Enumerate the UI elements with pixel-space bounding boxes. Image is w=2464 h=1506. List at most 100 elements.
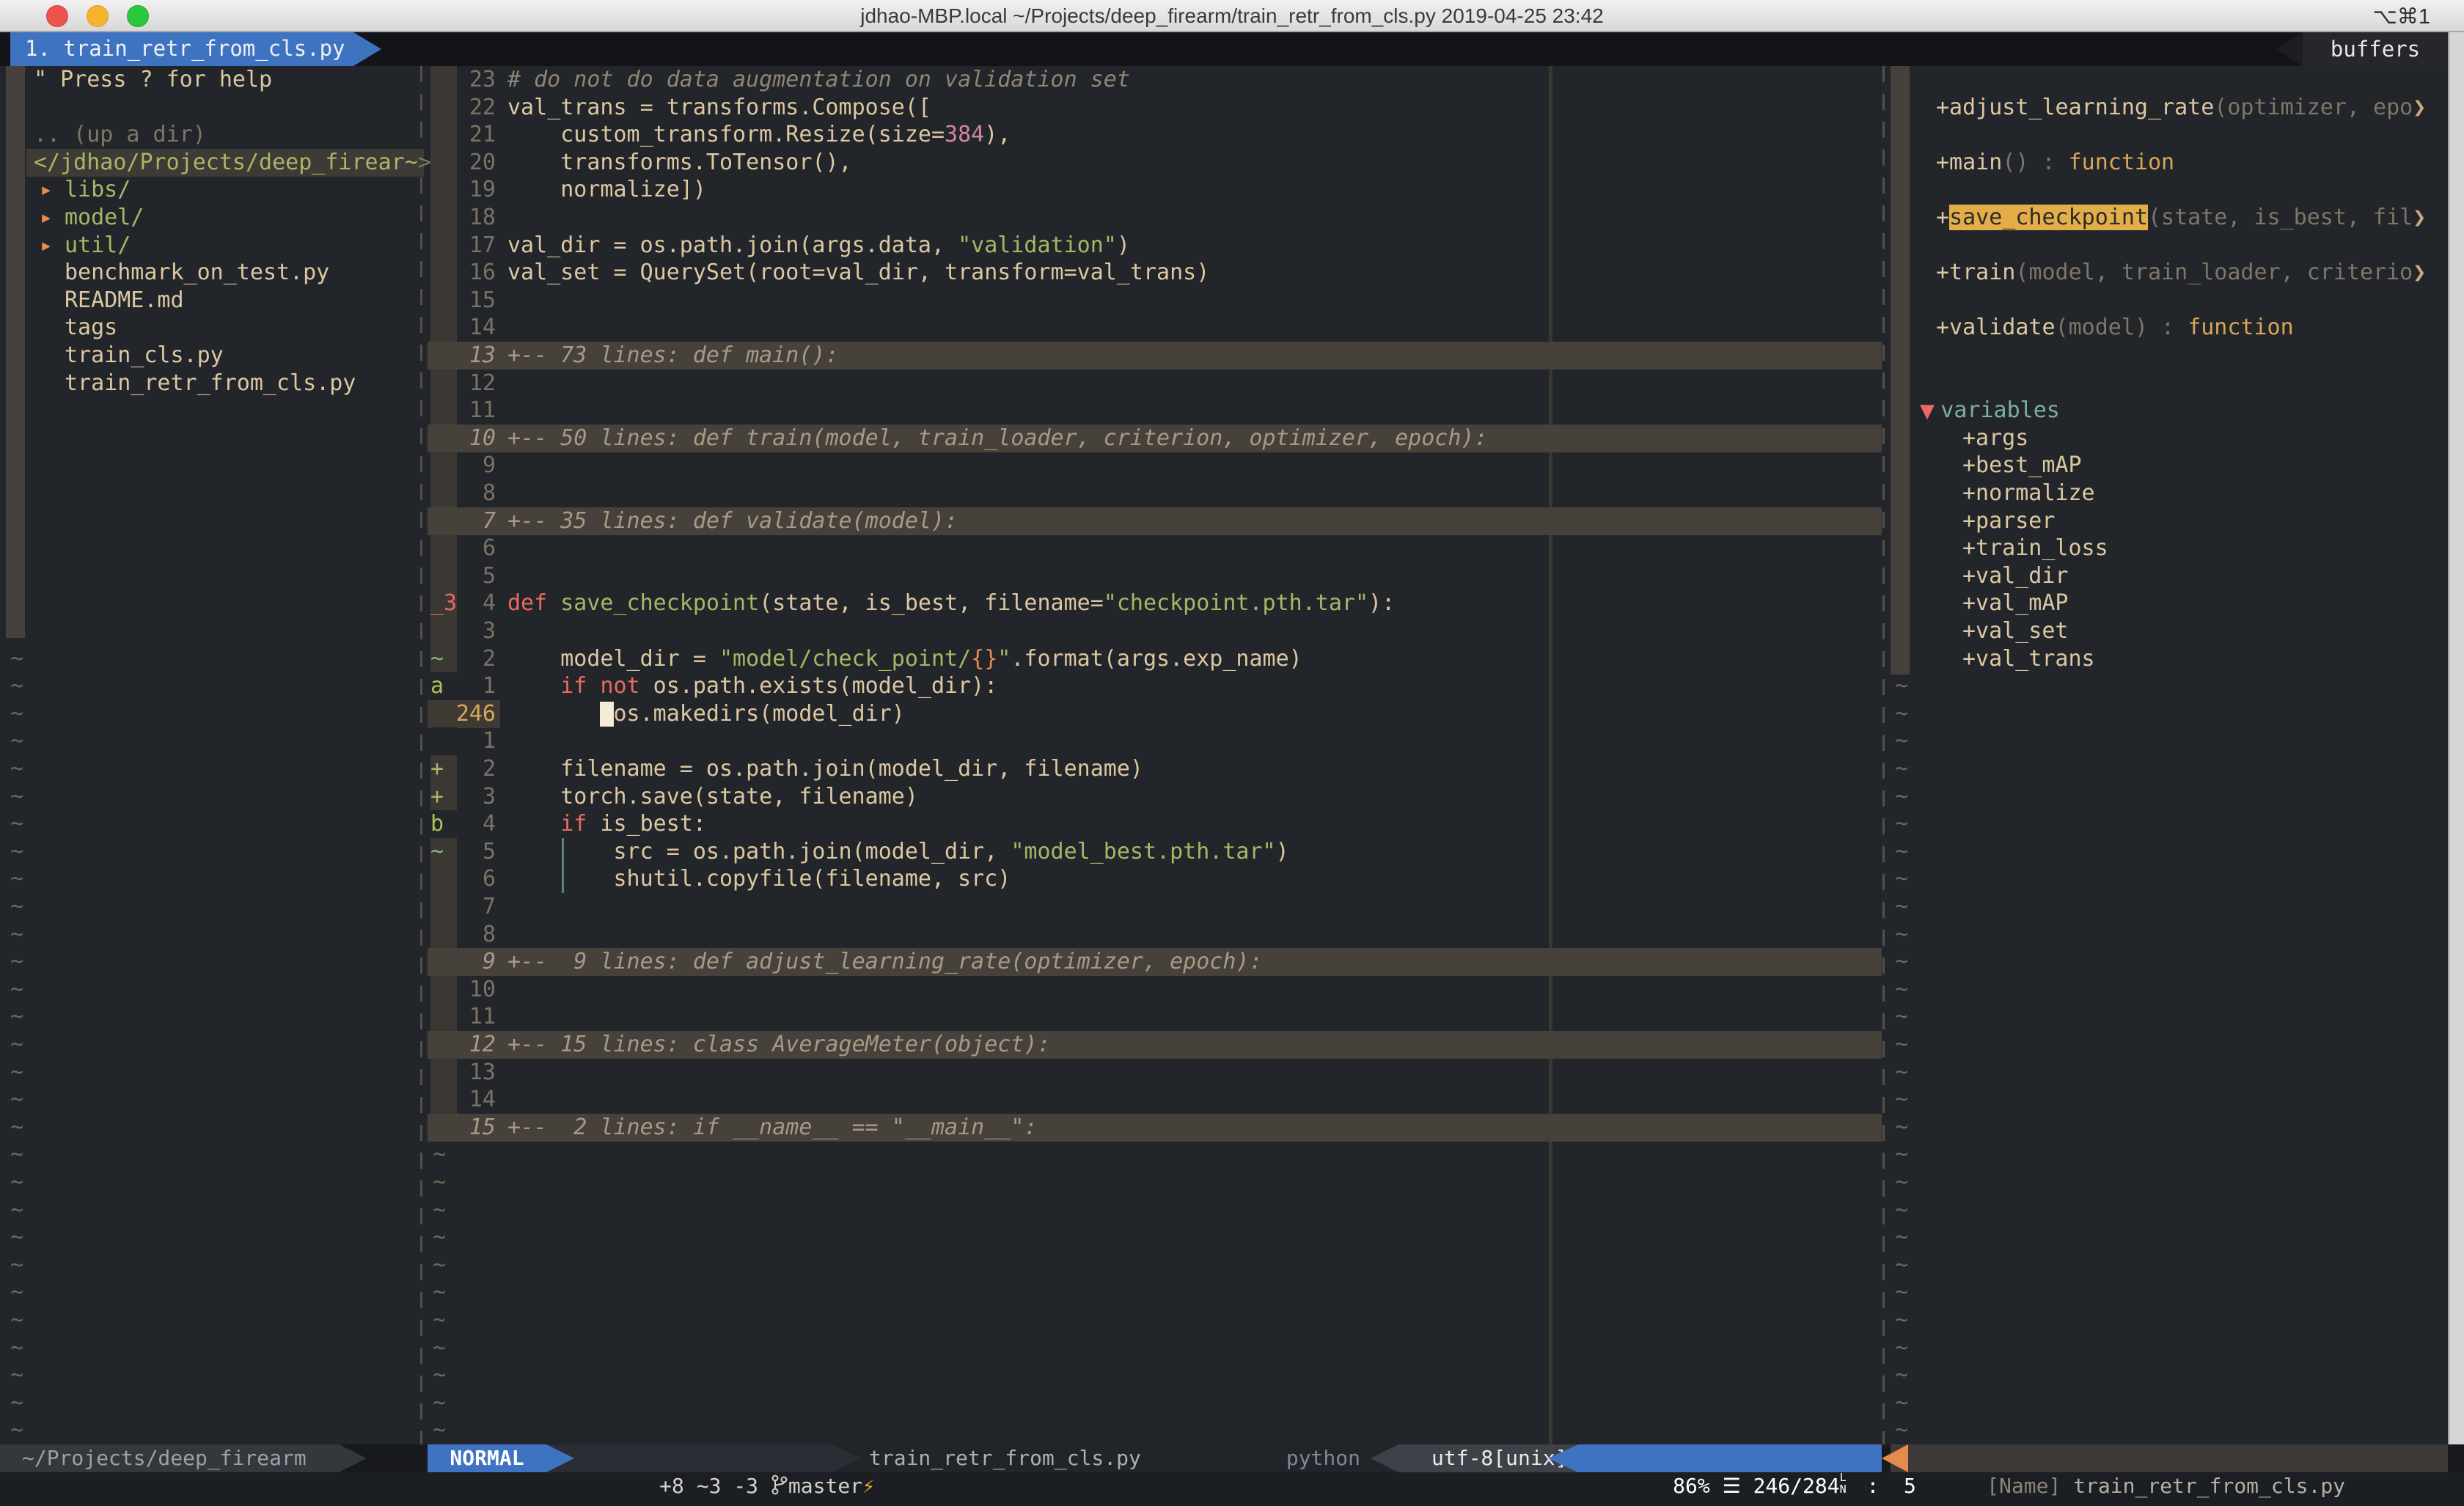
code-line[interactable]: 17val_dir = os.path.join(args.data, "val…: [428, 232, 1882, 260]
code-line[interactable]: 16val_set = QuerySet(root=val_dir, trans…: [428, 259, 1882, 287]
empty-line-tilde: ~: [433, 1417, 446, 1444]
empty-line-tilde: ~: [10, 1114, 23, 1142]
code-line[interactable]: 19 normalize]): [428, 176, 1882, 204]
code-line[interactable]: 9: [428, 452, 1882, 480]
empty-line-tilde: ~: [10, 1197, 23, 1224]
tag-item[interactable]: +adjust_learning_rate(optimizer, epo❯: [1936, 94, 2426, 122]
tag-item[interactable]: +val_trans: [1962, 645, 2095, 673]
line-number: 20: [428, 149, 496, 177]
code-line[interactable]: 7: [428, 893, 1882, 921]
empty-line-tilde: ~: [1895, 1141, 1908, 1169]
fold-line[interactable]: 7+-- 35 lines: def validate(model):: [428, 507, 1882, 535]
tag-item[interactable]: +validate(model) : function: [1936, 314, 2294, 342]
code-line[interactable]: 5: [428, 562, 1882, 590]
tag-item[interactable]: +normalize: [1962, 480, 2095, 507]
code-line[interactable]: 2+ filename = os.path.join(model_dir, fi…: [428, 755, 1882, 783]
code-line[interactable]: 21 custom_transform.Resize(size=384),: [428, 121, 1882, 149]
tree-item-file[interactable]: tags: [0, 314, 422, 342]
fold-text: +-- 9 lines: def adjust_learning_rate(op…: [507, 948, 1263, 976]
code-line[interactable]: 10: [428, 976, 1882, 1004]
window-title: jdhao-MBP.local ~/Projects/deep_firearm/…: [0, 4, 2464, 28]
code-line[interactable]: 15: [428, 287, 1882, 315]
code-line[interactable]: 3: [428, 617, 1882, 645]
tab-train-retr-from-cls[interactable]: 1. train_retr_from_cls.py: [10, 32, 353, 66]
tree-item-file[interactable]: train_retr_from_cls.py: [0, 370, 422, 397]
empty-line-tilde: ~: [10, 645, 23, 673]
right-scrollbar[interactable]: [2448, 32, 2464, 1506]
code-line[interactable]: 11: [428, 397, 1882, 425]
fold-line[interactable]: 15+-- 2 lines: if __name__ == "__main__"…: [428, 1114, 1882, 1142]
tag-item[interactable]: +val_mAP: [1962, 589, 2069, 617]
tree-item-directory[interactable]: ▸model/: [0, 204, 422, 232]
tag-item[interactable]: +train_loss: [1962, 535, 2108, 562]
empty-line-tilde: ~: [1895, 672, 1908, 700]
truncation-arrow-icon: ❯: [2413, 205, 2426, 230]
window-separator[interactable]: [1882, 66, 1885, 1444]
buffers-label[interactable]: buffers: [2303, 32, 2448, 66]
code-text: normalize]): [507, 176, 706, 204]
gutter-sign: b: [430, 810, 474, 838]
code-line[interactable]: 1a if not os.path.exists(model_dir):: [428, 672, 1882, 700]
nerdtree-root[interactable]: </jdhao/Projects/deep_firear~>: [0, 149, 422, 177]
tag-item[interactable]: +main() : function: [1936, 149, 2174, 177]
code-line[interactable]: 23# do not do data augmentation on valid…: [428, 66, 1882, 94]
tree-item-file[interactable]: README.md: [0, 287, 422, 315]
code-line[interactable]: 6: [428, 535, 1882, 562]
code-line[interactable]: 20 transforms.ToTensor(),: [428, 149, 1882, 177]
fold-line[interactable]: 12+-- 15 lines: class AverageMeter(objec…: [428, 1031, 1882, 1059]
code-line[interactable]: 14: [428, 1086, 1882, 1114]
code-line[interactable]: 1: [428, 727, 1882, 755]
tag-item[interactable]: +parser: [1962, 507, 2055, 535]
empty-line-tilde: ~: [10, 921, 23, 949]
nerdtree-panel: ~~~~~~~~~~~~~~~~~~~~~~~~~~~~~" Press ? f…: [0, 66, 422, 1444]
empty-line-tilde: ~: [10, 1141, 23, 1169]
code-line[interactable]: 3+ torch.save(state, filename): [428, 783, 1882, 811]
tag-item[interactable]: +args: [1962, 425, 2028, 452]
nerdtree-scrollbar[interactable]: [6, 66, 25, 638]
empty-line-tilde: ~: [10, 1086, 23, 1114]
fold-text: +-- 35 lines: def validate(model):: [507, 507, 958, 535]
macvim-window: jdhao-MBP.local ~/Projects/deep_firearm/…: [0, 0, 2464, 1506]
tree-item-file[interactable]: benchmark_on_test.py: [0, 259, 422, 287]
column-number: 5: [1904, 1474, 1916, 1498]
code-line[interactable]: 2~ model_dir = "model/check_point/{}".fo…: [428, 645, 1882, 673]
code-line[interactable]: 13: [428, 1059, 1882, 1087]
code-line[interactable]: 5~ src = os.path.join(model_dir, "model_…: [428, 838, 1882, 866]
code-line[interactable]: 6 shutil.copyfile(filename, src): [428, 865, 1882, 893]
nerdtree-up-dir[interactable]: .. (up a dir): [0, 121, 422, 149]
code-line[interactable]: 12: [428, 370, 1882, 397]
tagbar-scrollbar[interactable]: [1891, 66, 1910, 675]
line-number: 12: [428, 370, 496, 397]
tree-item-file[interactable]: train_cls.py: [0, 342, 422, 370]
code-line[interactable]: 22val_trans = transforms.Compose([: [428, 94, 1882, 122]
tag-item[interactable]: +best_mAP: [1962, 452, 2082, 480]
tag-item[interactable]: +train(model, train_loader, criterio❯: [1936, 259, 2426, 287]
tag-item[interactable]: +val_set: [1962, 617, 2069, 645]
code-line[interactable]: 4b if is_best:: [428, 810, 1882, 838]
empty-line-tilde: ~: [433, 1141, 446, 1169]
empty-line-tilde: ~: [10, 1307, 23, 1334]
empty-line-tilde: ~: [10, 976, 23, 1004]
code-line[interactable]: 8: [428, 480, 1882, 507]
gutter-sign: ~: [430, 645, 474, 673]
code-line[interactable]: 246 os.makedirs(model_dir): [428, 700, 1882, 728]
tag-item[interactable]: +save_checkpoint(state, is_best, fil❯: [1936, 204, 2426, 232]
code-editor[interactable]: ~~~~~~~~~~~23# do not do data augmentati…: [428, 66, 1882, 1444]
empty-line-tilde: ~: [1895, 1417, 1908, 1444]
empty-line-tilde: ~: [1895, 1334, 1908, 1362]
empty-line-tilde: ~: [10, 1059, 23, 1087]
code-line[interactable]: 8: [428, 921, 1882, 949]
code-line[interactable]: 4_3def save_checkpoint(state, is_best, f…: [428, 589, 1882, 617]
fold-line[interactable]: 9+-- 9 lines: def adjust_learning_rate(o…: [428, 948, 1882, 976]
chevron-right-icon: ▸: [40, 204, 53, 232]
fold-line[interactable]: 13+-- 73 lines: def main():: [428, 342, 1882, 370]
empty-line-tilde: ~: [433, 1362, 446, 1389]
code-line[interactable]: 11: [428, 1003, 1882, 1031]
code-line[interactable]: 14: [428, 314, 1882, 342]
tree-item-directory[interactable]: ▸libs/: [0, 176, 422, 204]
tag-item[interactable]: +val_dir: [1962, 562, 2069, 590]
tree-item-directory[interactable]: ▸util/: [0, 232, 422, 260]
fold-text: +-- 50 lines: def train(model, train_loa…: [507, 425, 1488, 452]
fold-line[interactable]: 10+-- 50 lines: def train(model, train_l…: [428, 425, 1882, 452]
code-line[interactable]: 18: [428, 204, 1882, 232]
